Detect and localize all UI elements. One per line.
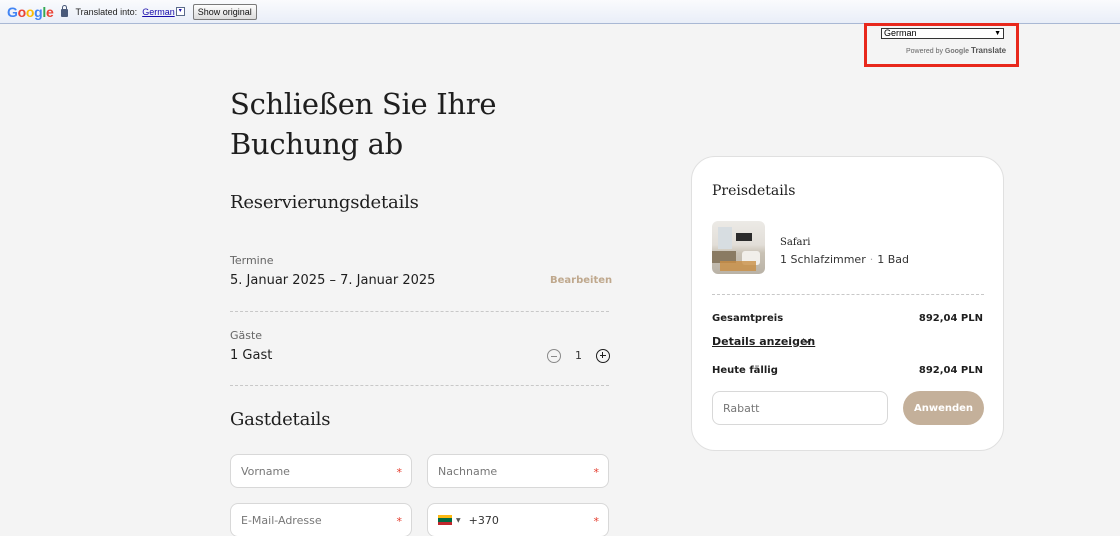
edit-dates-button[interactable]: Bearbeiten (550, 275, 612, 286)
email-placeholder: E-Mail-Adresse (241, 513, 322, 527)
powered-by-google-translate: Powered by Google Translate (906, 46, 1006, 55)
total-value: 892,04 PLN (918, 313, 983, 324)
google-logo: Google (7, 3, 54, 20)
separator: · (869, 253, 874, 266)
divider (230, 385, 609, 386)
first-name-placeholder: Vorname (241, 464, 290, 478)
language-select-value: German (884, 28, 917, 38)
minus-circle-icon[interactable] (547, 349, 561, 363)
required-mark: * (396, 515, 403, 528)
property-name: Safari (780, 237, 811, 248)
required-mark: * (396, 466, 403, 479)
discount-input[interactable]: Rabatt (712, 391, 888, 425)
last-name-field[interactable]: Nachname * (427, 454, 609, 488)
required-mark: * (593, 466, 600, 479)
dates-value: 5. Januar 2025 – 7. Januar 2025 (230, 273, 436, 288)
page-title: Schließen Sie Ihre Buchung ab (230, 87, 497, 161)
google-label: Google (944, 48, 970, 55)
discount-placeholder: Rabatt (723, 401, 760, 415)
price-details-title: Preisdetails (712, 183, 796, 199)
powered-by-label: Powered by (906, 48, 943, 55)
guests-value: 1 Gast (230, 348, 273, 363)
chevron-down-icon[interactable]: ▼ (456, 517, 461, 524)
divider (230, 311, 609, 312)
guest-details-heading: Gastdetails (230, 409, 331, 430)
property-thumbnail (712, 221, 765, 274)
total-label: Gesamtpreis (712, 313, 784, 324)
bedrooms: 1 Schlafzimmer (780, 253, 866, 266)
language-link[interactable]: German (142, 7, 175, 17)
email-field[interactable]: E-Mail-Adresse * (230, 503, 412, 536)
first-name-field[interactable]: Vorname * (230, 454, 412, 488)
plus-circle-icon[interactable] (596, 349, 610, 363)
bathrooms: 1 Bad (877, 253, 909, 266)
phone-prefix: +370 (468, 513, 499, 527)
language-select[interactable]: German ▼ (881, 28, 1004, 39)
due-today-value: 892,04 PLN (918, 365, 983, 376)
apply-button[interactable]: Anwenden (903, 391, 984, 425)
chevron-down-icon: ▼ (994, 30, 1001, 37)
show-details-link[interactable]: Details anzeigen (712, 335, 815, 348)
guest-count: 1 (575, 349, 582, 362)
lithuania-flag-icon[interactable] (438, 515, 452, 525)
lock-icon (61, 5, 69, 17)
guests-label: Gäste (230, 329, 263, 342)
reservation-heading: Reservierungsdetails (230, 192, 419, 213)
due-today-label: Heute fällig (712, 365, 778, 376)
required-mark: * (593, 515, 600, 528)
chevron-down-icon[interactable]: ▾ (175, 7, 185, 16)
translated-into-label: Translated into: (75, 6, 138, 17)
dates-label: Termine (230, 254, 274, 267)
last-name-placeholder: Nachname (438, 464, 498, 478)
divider (712, 294, 984, 295)
property-meta: 1 Schlafzimmer · 1 Bad (780, 253, 909, 266)
google-translate-bar: Google Translated into: German ▾ Show or… (0, 0, 1120, 24)
phone-field[interactable]: ▼ +370 * (427, 503, 609, 536)
price-details-card: Preisdetails Safari 1 Schlafzimmer · 1 Bad… (691, 156, 1004, 451)
translate-label: Translate (971, 46, 1007, 55)
show-original-button[interactable]: Show original (192, 3, 257, 20)
